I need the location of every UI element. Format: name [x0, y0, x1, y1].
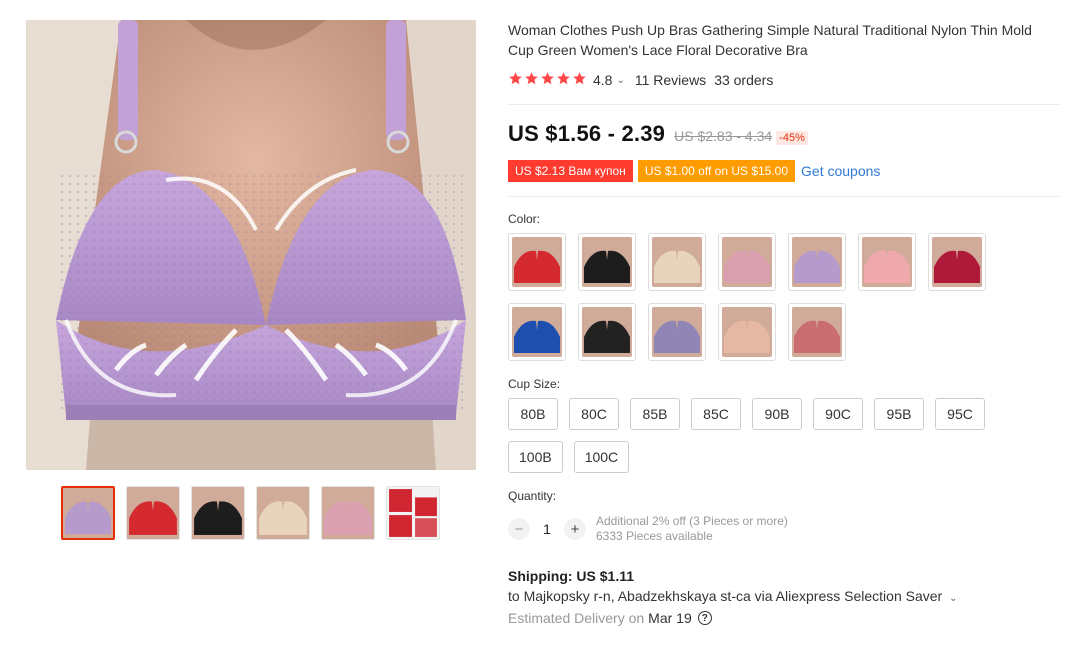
rating-row: 4.8 ⌄ 11 Reviews 33 orders: [508, 70, 1060, 90]
quantity-stepper: − 1 + Additional 2% off (3 Pieces or mor…: [508, 514, 1060, 544]
color-swatch-blue[interactable]: [508, 303, 566, 361]
cup-size-95b[interactable]: 95B: [874, 398, 924, 430]
quantity-input[interactable]: 1: [530, 521, 564, 537]
color-swatch-wine[interactable]: [928, 233, 986, 291]
divider: [508, 104, 1060, 105]
select-coupon[interactable]: US $1.00 off on US $15.00: [637, 160, 796, 182]
color-swatch-red[interactable]: [508, 233, 566, 291]
shipping-destination[interactable]: to Majkopsky r-n, Abadzekhskaya st-ca vi…: [508, 588, 1060, 604]
star-icon: [508, 71, 523, 89]
color-swatch-beige[interactable]: [648, 233, 706, 291]
orders-count: 33 orders: [714, 72, 774, 88]
color-swatch-grey-purple[interactable]: [648, 303, 706, 361]
swatch-image: [512, 237, 562, 287]
cup-size-90b[interactable]: 90B: [752, 398, 802, 430]
cup-size-label: Cup Size:: [508, 377, 561, 391]
cup-size-80c[interactable]: 80C: [569, 398, 619, 430]
swatch-image: [652, 237, 702, 287]
help-icon[interactable]: ?: [697, 611, 712, 625]
estimated-delivery: Estimated Delivery on Mar 19 ?: [508, 610, 1060, 626]
increase-quantity-button[interactable]: +: [564, 518, 586, 540]
swatch-image: [792, 237, 842, 287]
swatch-image: [512, 307, 562, 357]
rating-value[interactable]: 4.8: [593, 72, 612, 88]
cup-size-85c[interactable]: 85C: [691, 398, 741, 430]
thumbnail-lavender[interactable]: [61, 486, 115, 540]
shipping-price: Shipping: US $1.11: [508, 568, 635, 584]
cup-size-80b[interactable]: 80B: [508, 398, 558, 430]
rating-stars: [508, 71, 587, 89]
swatch-image: [722, 237, 772, 287]
product-info: Woman Clothes Push Up Bras Gathering Sim…: [508, 20, 1060, 626]
discount-badge: -45%: [776, 131, 808, 145]
thumbnail-red[interactable]: [126, 486, 180, 540]
cup-size-100b[interactable]: 100B: [508, 441, 563, 473]
cup-size-90c[interactable]: 90C: [813, 398, 863, 430]
color-swatches: [508, 233, 1060, 361]
color-label: Color:: [508, 212, 541, 226]
swatch-image: [582, 237, 632, 287]
store-coupon[interactable]: US $2.13 Вам купон: [508, 160, 633, 182]
color-swatch-light-pink[interactable]: [858, 233, 916, 291]
delivery-label: Estimated Delivery on: [508, 610, 645, 626]
swatch-image: [862, 237, 912, 287]
divider: [508, 196, 1060, 197]
stock-available-text: 6333 Pieces available: [596, 529, 713, 543]
color-swatch-nude[interactable]: [718, 303, 776, 361]
shipping-destination-text[interactable]: to Majkopsky r-n, Abadzekhskaya st-ca vi…: [508, 588, 942, 604]
quantity-note: Additional 2% off (3 Pieces or more) 633…: [596, 514, 788, 544]
thumbnail-strip: [61, 486, 440, 540]
color-swatch-rose[interactable]: [788, 303, 846, 361]
color-swatch-pink[interactable]: [718, 233, 776, 291]
swatch-image: [722, 307, 772, 357]
star-icon: [572, 71, 587, 89]
chevron-down-icon[interactable]: ⌄: [616, 75, 624, 86]
color-swatch-lavender[interactable]: [788, 233, 846, 291]
thumbnail-black[interactable]: [191, 486, 245, 540]
quantity-label: Quantity:: [508, 489, 557, 503]
color-swatch-black[interactable]: [578, 233, 636, 291]
swatch-image: [652, 307, 702, 357]
decrease-quantity-button[interactable]: −: [508, 518, 530, 540]
price-row: US $1.56 - 2.39 US $2.83 - 4.34 -45%: [508, 121, 1060, 147]
color-swatch-black-2[interactable]: [578, 303, 636, 361]
bra-illustration: [26, 20, 476, 470]
chevron-down-icon[interactable]: ⌄: [949, 593, 957, 604]
cup-size-95c[interactable]: 95C: [935, 398, 985, 430]
get-coupons-link[interactable]: Get coupons: [801, 163, 880, 179]
swatch-image: [792, 307, 842, 357]
coupon-row: US $2.13 Вам купон US $1.00 off on US $1…: [508, 160, 1060, 182]
thumbnail-pink[interactable]: [321, 486, 375, 540]
product-title: Woman Clothes Push Up Bras Gathering Sim…: [508, 22, 1032, 58]
thumbnail-red-pattern[interactable]: [386, 486, 440, 540]
swatch-image: [582, 307, 632, 357]
current-price: US $1.56 - 2.39: [508, 121, 666, 146]
star-icon: [540, 71, 555, 89]
reviews-link[interactable]: 11 Reviews: [635, 72, 706, 88]
bulk-discount-text: Additional 2% off (3 Pieces or more): [596, 514, 788, 528]
star-icon: [556, 71, 571, 89]
thumbnail-beige[interactable]: [256, 486, 310, 540]
cup-size-options: 80B 80C 85B 85C 90B 90C 95B 95C 100B 100C: [508, 398, 998, 473]
swatch-image: [932, 237, 982, 287]
delivery-date: Mar 19: [648, 610, 692, 626]
star-icon: [524, 71, 539, 89]
original-price: US $2.83 - 4.34: [674, 128, 773, 144]
cup-size-85b[interactable]: 85B: [630, 398, 680, 430]
main-product-image[interactable]: [26, 20, 476, 470]
cup-size-100c[interactable]: 100C: [573, 441, 630, 473]
